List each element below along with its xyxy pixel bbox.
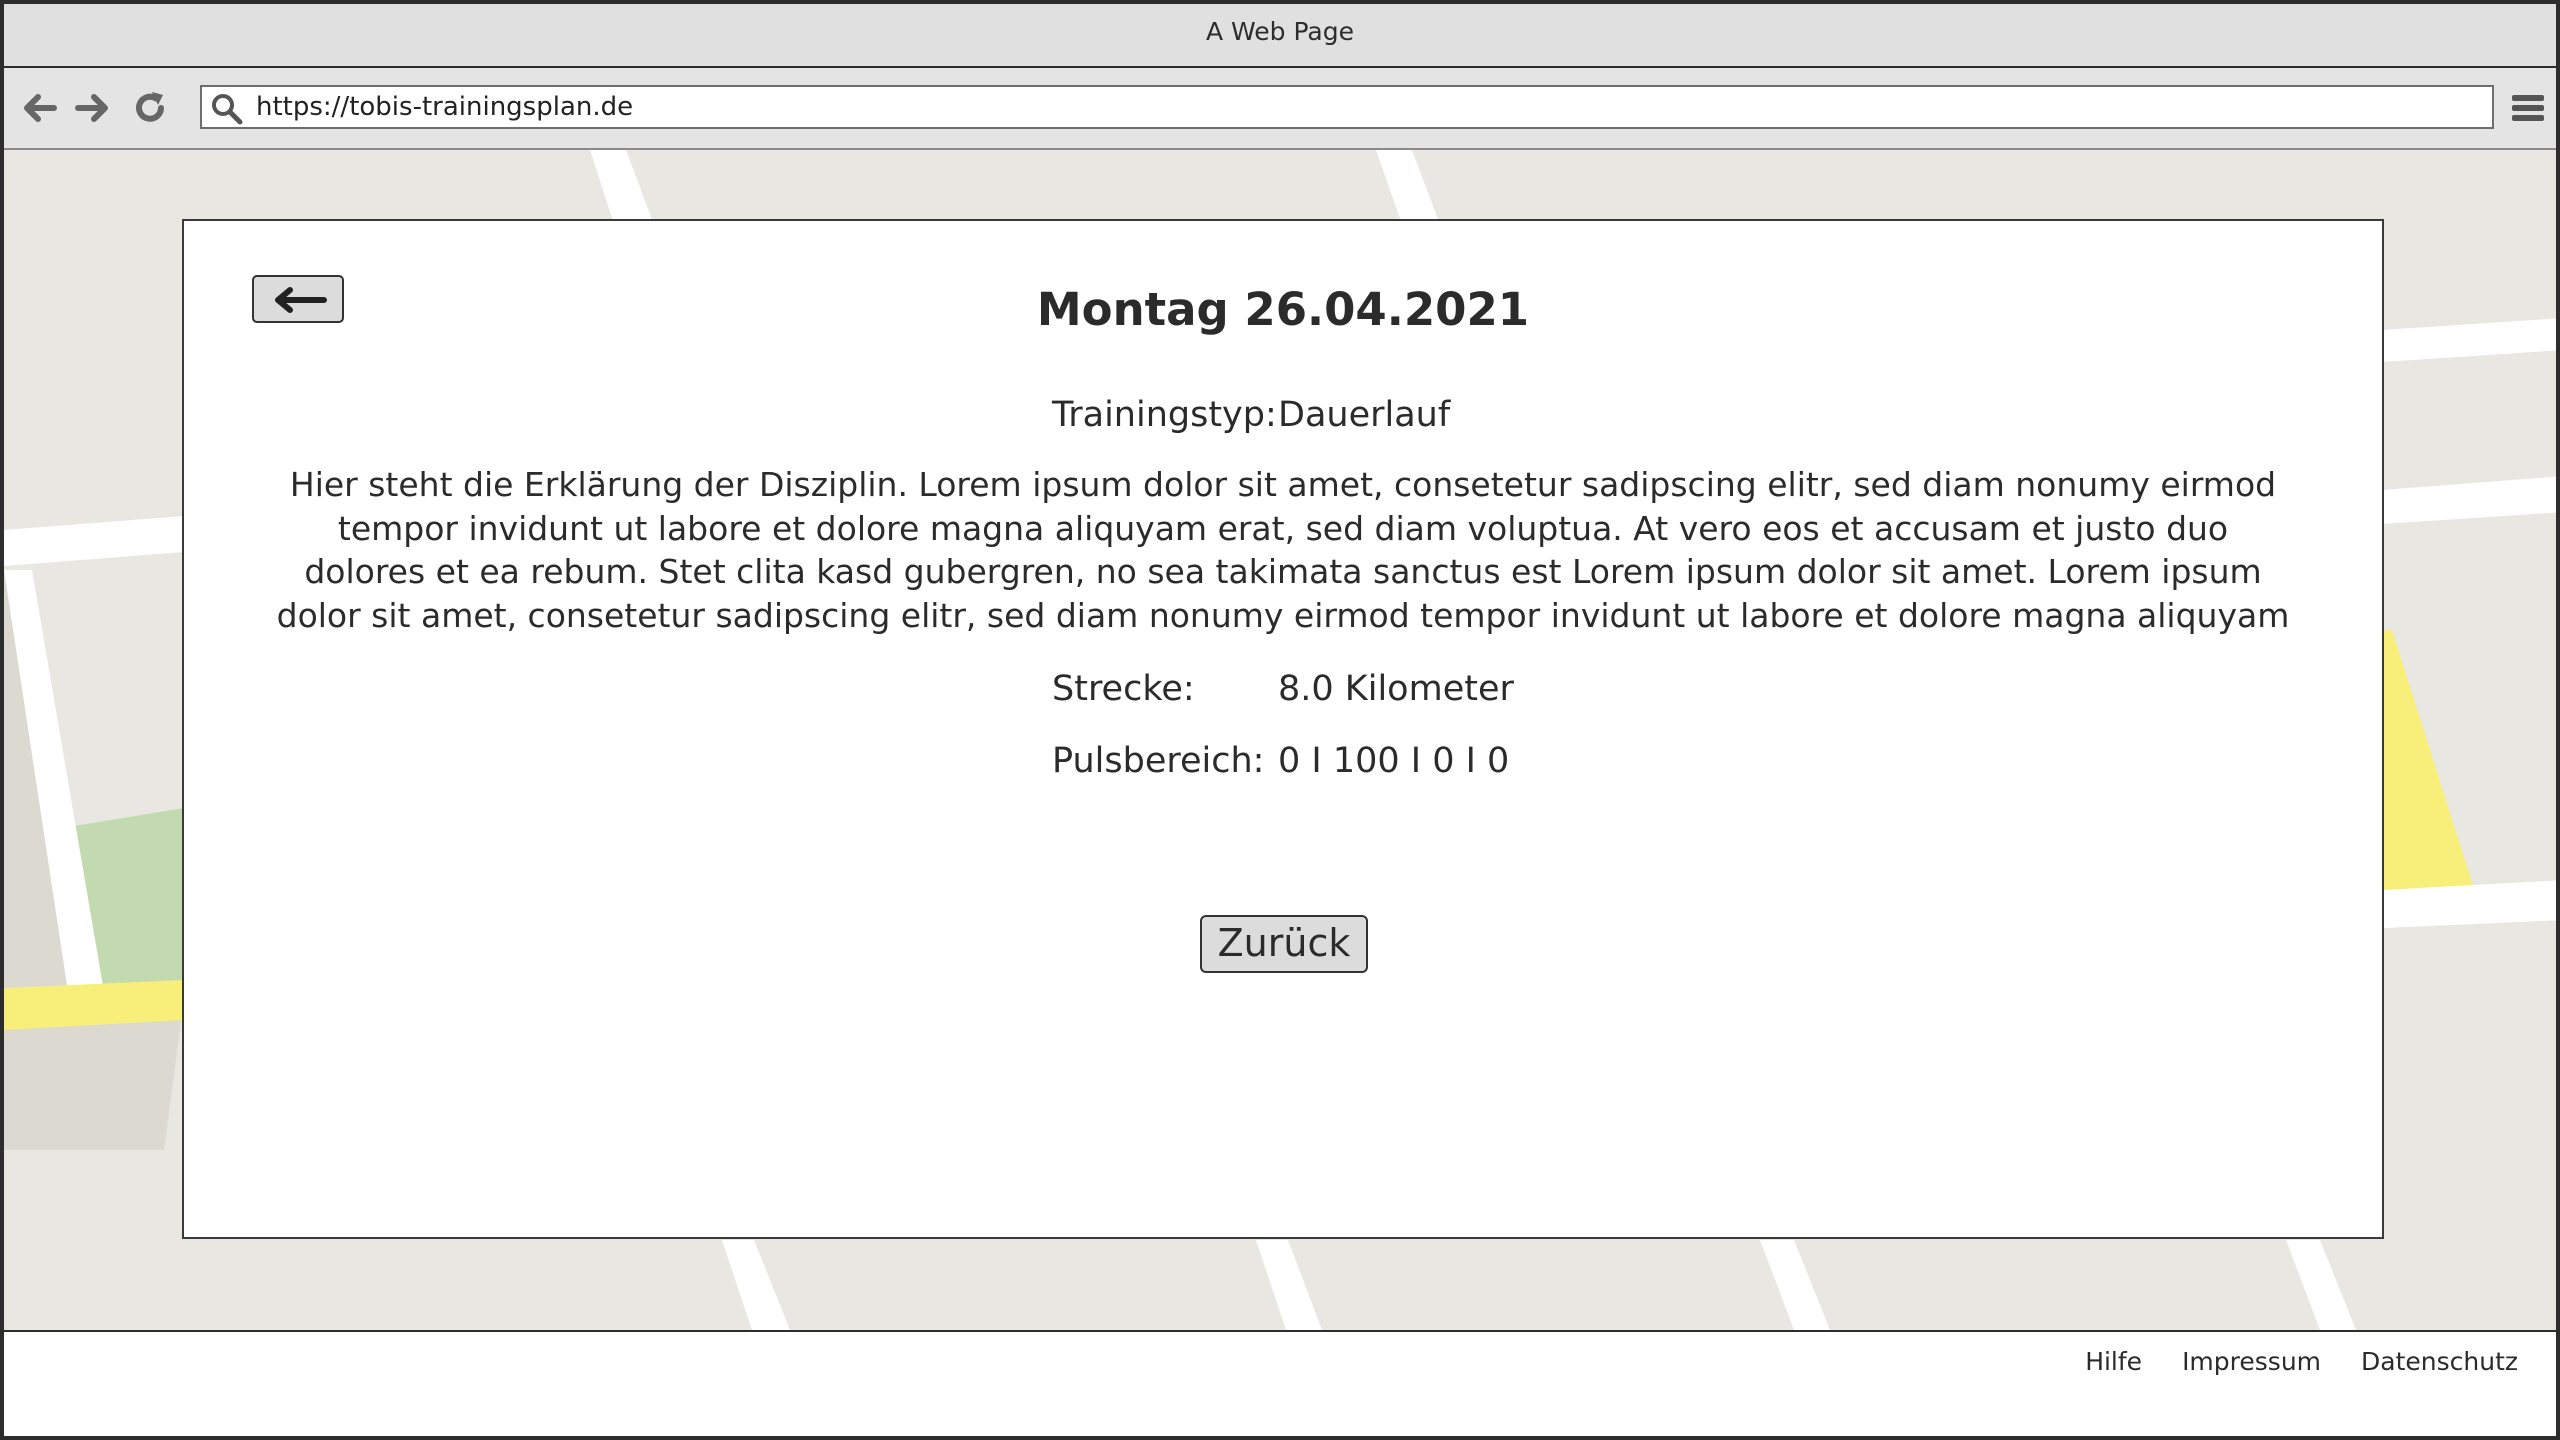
footer-link-hilfe[interactable]: Hilfe bbox=[2085, 1347, 2142, 1376]
distance-label: Strecke: bbox=[1052, 669, 1195, 709]
status-bar bbox=[4, 1394, 2556, 1436]
pulse-label: Pulsbereich: bbox=[1052, 741, 1265, 781]
discipline-description: Hier steht die Erklärung der Disziplin. … bbox=[276, 465, 2290, 635]
reload-icon[interactable] bbox=[130, 88, 170, 128]
search-icon bbox=[212, 94, 243, 125]
footer-link-datenschutz[interactable]: Datenschutz bbox=[2361, 1347, 2518, 1376]
pulse-row: Pulsbereich: 0 I 100 I 0 I 0 bbox=[1052, 741, 1509, 781]
window-title: A Web Page bbox=[1205, 17, 1355, 46]
zurueck-button[interactable]: Zurück bbox=[1200, 915, 1368, 973]
footer-link-impressum[interactable]: Impressum bbox=[2182, 1347, 2321, 1376]
url-text: https://tobis-trainingsplan.de bbox=[256, 92, 634, 122]
pulse-value: 0 I 100 I 0 I 0 bbox=[1278, 741, 1510, 781]
map-background: Montag 26.04.2021 Trainingstyp:Dauerlauf… bbox=[4, 150, 2556, 1330]
training-type-value: Dauerlauf bbox=[1278, 395, 1451, 435]
browser-toolbar: https://tobis-trainingsplan.de bbox=[4, 68, 2556, 150]
distance-row: Strecke: 8.0 Kilometer bbox=[1052, 669, 1514, 709]
page-footer: Hilfe Impressum Datenschutz bbox=[4, 1330, 2556, 1396]
address-bar[interactable]: https://tobis-trainingsplan.de bbox=[200, 85, 2494, 129]
hamburger-menu-icon[interactable] bbox=[2510, 88, 2546, 128]
training-type-label: Trainingstyp: bbox=[1052, 395, 1277, 435]
training-type-row: Trainingstyp:Dauerlauf bbox=[1052, 395, 1450, 435]
page-title: Montag 26.04.2021 bbox=[1036, 283, 1530, 336]
footer-links: Hilfe Impressum Datenschutz bbox=[2045, 1332, 2518, 1392]
forward-arrow-icon[interactable] bbox=[72, 88, 112, 128]
window-title-bar: A Web Page bbox=[4, 4, 2556, 68]
back-arrow-icon[interactable] bbox=[20, 88, 60, 128]
distance-value: 8.0 Kilometer bbox=[1278, 669, 1514, 709]
training-detail-dialog: Montag 26.04.2021 Trainingstyp:Dauerlauf… bbox=[182, 219, 2384, 1239]
browser-window: A Web Page https://tobis-trainingsplan.d… bbox=[0, 0, 2560, 1440]
